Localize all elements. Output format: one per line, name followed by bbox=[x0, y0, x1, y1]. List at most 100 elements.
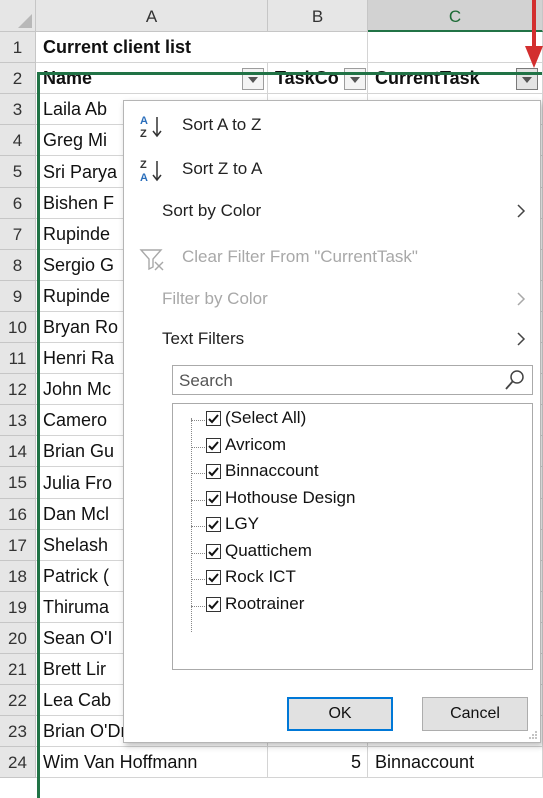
checkmark-icon bbox=[208, 493, 219, 503]
sort-ascending-icon: A Z bbox=[140, 115, 162, 140]
checklist-label: Rock ICT bbox=[225, 567, 296, 586]
checkmark-icon bbox=[208, 546, 219, 556]
checklist-label: (Select All) bbox=[225, 408, 307, 427]
checklist-label: Binnaccount bbox=[225, 461, 319, 480]
checkbox[interactable] bbox=[206, 517, 221, 532]
row-header[interactable]: 5 bbox=[0, 156, 36, 188]
filter-by-color-label: Filter by Color bbox=[162, 289, 268, 308]
checkbox[interactable] bbox=[206, 596, 221, 612]
select-all-corner[interactable] bbox=[0, 0, 36, 32]
row-header[interactable]: 1 bbox=[0, 32, 36, 63]
search-icon bbox=[505, 370, 524, 390]
filter-by-color-item[interactable]: Filter by Color bbox=[124, 281, 540, 319]
corner-triangle-icon bbox=[18, 14, 32, 28]
row-header[interactable]: 23 bbox=[0, 716, 36, 747]
cell-a[interactable]: Wim Van Hoffmann bbox=[36, 747, 268, 778]
tree-stub bbox=[191, 499, 205, 501]
ok-button[interactable]: OK bbox=[287, 697, 393, 731]
row-header[interactable]: 19 bbox=[0, 592, 36, 623]
row-header[interactable]: 11 bbox=[0, 343, 36, 374]
clear-filter-icon bbox=[139, 249, 164, 271]
sort-z-to-a-label: Sort Z to A bbox=[182, 159, 263, 178]
column-header-c[interactable]: C bbox=[368, 0, 543, 32]
row-header[interactable]: 24 bbox=[0, 747, 36, 778]
annotation-arrow-icon bbox=[525, 0, 543, 68]
row-header[interactable]: 15 bbox=[0, 467, 36, 499]
sort-a-to-z-label: Sort A to Z bbox=[182, 115, 262, 134]
row-header[interactable]: 16 bbox=[0, 499, 36, 530]
row-header[interactable]: 20 bbox=[0, 623, 36, 654]
text-filters-label: Text Filters bbox=[162, 329, 245, 348]
tree-stub bbox=[191, 420, 205, 421]
row-header[interactable]: 8 bbox=[0, 250, 36, 281]
checkbox[interactable] bbox=[206, 464, 221, 479]
cell-a[interactable]: Name bbox=[36, 63, 268, 94]
sort-by-color-item[interactable]: Sort by Color bbox=[124, 193, 540, 231]
checkbox[interactable] bbox=[206, 543, 221, 559]
row-header[interactable]: 9 bbox=[0, 281, 36, 312]
tree-stub bbox=[191, 446, 205, 448]
checkbox[interactable] bbox=[206, 490, 221, 506]
column-header-b[interactable]: B bbox=[268, 0, 368, 32]
sort-z-to-a-item[interactable]: Z A Sort Z to A bbox=[124, 151, 540, 189]
tree-stub bbox=[191, 605, 205, 607]
cell-c[interactable] bbox=[368, 32, 543, 63]
dropdown-name-button[interactable] bbox=[242, 68, 264, 90]
row-header[interactable]: 6 bbox=[0, 188, 36, 219]
dropdown-taskcode-button[interactable] bbox=[344, 68, 366, 90]
svg-text:A: A bbox=[140, 172, 148, 184]
checkmark-icon bbox=[208, 440, 219, 450]
checklist-label: Rootrainer bbox=[225, 593, 305, 613]
clear-filter-item[interactable]: Clear Filter From "CurrentTask" bbox=[124, 239, 540, 277]
resize-grip-icon[interactable] bbox=[528, 730, 538, 740]
autofilter-dropdown: A Z Sort A to Z Z A Sort Z to A Sort by … bbox=[123, 100, 541, 743]
checkmark-icon bbox=[208, 520, 219, 530]
sort-by-color-label: Sort by Color bbox=[162, 201, 262, 220]
search-box bbox=[172, 365, 533, 395]
svg-text:A: A bbox=[140, 115, 148, 127]
tree-connector bbox=[191, 418, 192, 632]
row-header[interactable]: 12 bbox=[0, 374, 36, 405]
clear-filter-label: Clear Filter From "CurrentTask" bbox=[182, 247, 418, 266]
row-header[interactable]: 13 bbox=[0, 405, 36, 436]
row-header[interactable]: 17 bbox=[0, 530, 36, 561]
cell-b[interactable]: 5 bbox=[268, 747, 368, 778]
svg-text:Z: Z bbox=[140, 159, 147, 171]
checklist-label: LGY bbox=[225, 514, 260, 533]
checkmark-icon bbox=[208, 467, 219, 477]
checkbox[interactable] bbox=[206, 437, 221, 453]
tree-stub bbox=[191, 579, 205, 580]
column-header-a[interactable]: A bbox=[36, 0, 268, 32]
chevron-right-icon bbox=[517, 292, 526, 306]
sort-descending-icon: Z A bbox=[140, 159, 162, 184]
checkmark-icon bbox=[208, 599, 219, 609]
checkmark-icon bbox=[208, 414, 219, 424]
tree-stub bbox=[191, 473, 205, 474]
cell-c[interactable]: Binnaccount bbox=[368, 747, 543, 778]
chevron-right-icon bbox=[517, 204, 526, 218]
svg-text:Z: Z bbox=[140, 128, 147, 140]
text-filters-item[interactable]: Text Filters bbox=[124, 321, 540, 359]
checklist-label: Hothouse Design bbox=[225, 487, 356, 507]
row-header[interactable]: 2 bbox=[0, 63, 36, 94]
tree-stub bbox=[191, 552, 205, 554]
row-header[interactable]: 21 bbox=[0, 654, 36, 685]
checklist-label: Quattichem bbox=[225, 540, 312, 560]
row-header[interactable]: 4 bbox=[0, 125, 36, 156]
row-header[interactable]: 10 bbox=[0, 312, 36, 343]
row-header[interactable]: 14 bbox=[0, 436, 36, 467]
cell-a[interactable]: Current client list bbox=[36, 32, 368, 63]
sort-a-to-z-item[interactable]: A Z Sort A to Z bbox=[124, 107, 540, 145]
cancel-button[interactable]: Cancel bbox=[422, 697, 528, 731]
checklist-label: Avricom bbox=[225, 434, 287, 454]
checkmark-icon bbox=[208, 573, 219, 583]
row-header[interactable]: 7 bbox=[0, 219, 36, 250]
row-header[interactable]: 3 bbox=[0, 94, 36, 125]
value-checklist: (Select All) Avricom Binnaccount Hothouse D… bbox=[172, 403, 533, 670]
row-header[interactable]: 22 bbox=[0, 685, 36, 716]
search-input[interactable] bbox=[177, 367, 481, 395]
checkbox[interactable] bbox=[206, 411, 221, 426]
chevron-right-icon bbox=[517, 332, 526, 346]
row-header[interactable]: 18 bbox=[0, 561, 36, 592]
checkbox[interactable] bbox=[206, 570, 221, 585]
